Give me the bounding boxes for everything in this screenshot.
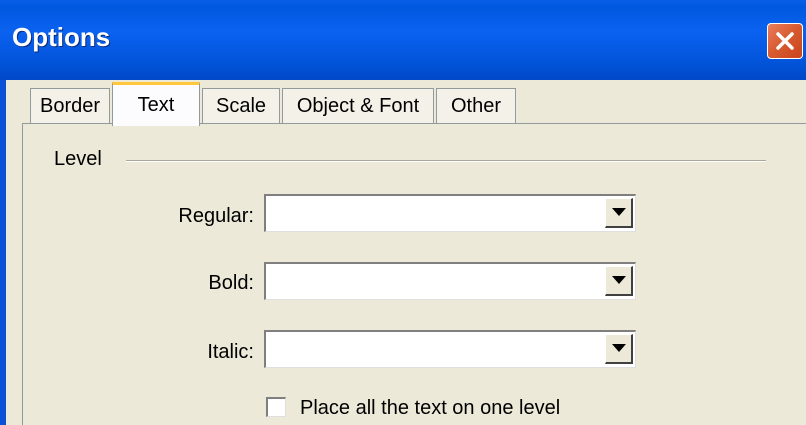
one-level-checkbox[interactable]: [266, 397, 286, 417]
italic-dropdown-button[interactable]: [605, 334, 633, 364]
title-bar[interactable]: Options: [0, 0, 806, 80]
options-dialog: Options Border Text Scale Object & Font …: [0, 0, 806, 425]
close-button[interactable]: [767, 23, 803, 59]
tab-other[interactable]: Other: [436, 88, 516, 124]
bold-label: Bold:: [208, 272, 254, 294]
chevron-down-icon: [612, 208, 626, 216]
italic-combobox[interactable]: [264, 330, 636, 368]
bold-combobox[interactable]: [264, 262, 636, 300]
one-level-checkbox-label[interactable]: Place all the text on one level: [300, 397, 560, 420]
level-group-divider: [126, 160, 766, 162]
bold-dropdown-button[interactable]: [605, 266, 633, 296]
chevron-down-icon: [612, 344, 626, 352]
close-icon: [776, 32, 794, 50]
regular-label: Regular:: [178, 205, 254, 227]
regular-dropdown-button[interactable]: [605, 198, 633, 228]
tab-object-font[interactable]: Object & Font: [282, 88, 434, 124]
regular-combobox[interactable]: [264, 194, 636, 232]
level-group-label: Level: [54, 148, 102, 170]
window-border-left: [0, 80, 6, 425]
window-title: Options: [12, 22, 111, 52]
tab-border[interactable]: Border: [30, 88, 110, 124]
tab-text[interactable]: Text: [112, 82, 200, 126]
tab-scale[interactable]: Scale: [202, 88, 280, 124]
chevron-down-icon: [612, 276, 626, 284]
italic-label: Italic:: [207, 341, 254, 363]
